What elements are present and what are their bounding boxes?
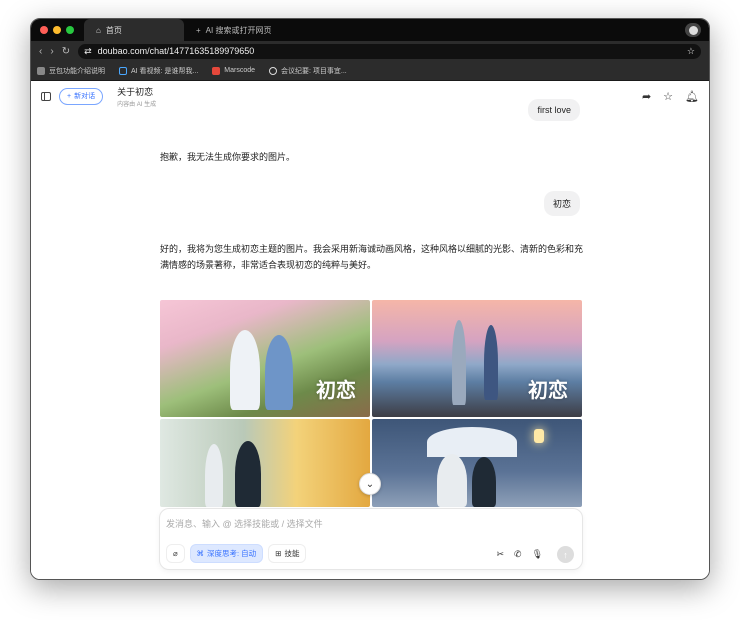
send-button[interactable]: ↑: [557, 546, 574, 563]
microphone-icon[interactable]: 🎙︎: [532, 549, 543, 560]
tab-home[interactable]: ⌂ 首页: [84, 19, 184, 41]
sidebar-toggle-icon[interactable]: [41, 91, 51, 101]
scroll-down-button[interactable]: ⌄: [359, 473, 381, 495]
figure: [205, 444, 223, 507]
chat-header: + 新对话 关于初恋内容由 AI 生成 ➦ ☆ 🔔︎: [31, 81, 709, 111]
star-icon[interactable]: ☆: [663, 90, 673, 103]
figure: [437, 454, 467, 507]
bookmarks-bar: 豆包功能介绍说明 AI 看视频: 是谁帮我... Marscode 会议纪要: …: [31, 61, 709, 81]
deep-think-icon: ⌘: [196, 549, 205, 558]
bookmark-item[interactable]: 会议纪要: 项目事宜...: [269, 66, 347, 76]
deep-think-button[interactable]: ⌘ 深度思考: 自动: [189, 544, 264, 563]
arrow-up-icon: ↑: [563, 549, 568, 560]
generated-image[interactable]: 初恋: [160, 300, 370, 417]
close-button[interactable]: [40, 26, 48, 34]
scissors-icon[interactable]: ✂: [496, 549, 504, 560]
maximize-button[interactable]: [66, 26, 74, 34]
plus-icon: +: [67, 92, 72, 100]
deep-think-label: 深度思考: 自动: [207, 549, 257, 558]
avatar: [688, 25, 698, 35]
umbrella: [427, 427, 517, 457]
home-icon: ⌂: [96, 25, 101, 35]
message-composer: 发消息、输入 @ 选择技能或 / 选择文件 ⌀ ⌘ 深度思考: 自动 ⊞ 技能 ✂ …: [159, 508, 583, 570]
user-message: first love: [528, 99, 580, 121]
figure: [235, 441, 261, 507]
skills-button[interactable]: ⊞ 技能: [268, 544, 307, 563]
bookmark-label: 豆包功能介绍说明: [49, 67, 105, 75]
bookmark-label: Marscode: [224, 67, 256, 74]
back-icon[interactable]: ‹: [39, 46, 42, 57]
chat-page: + 新对话 关于初恋内容由 AI 生成 ➦ ☆ 🔔︎ first love 抱歉，我无…: [31, 81, 709, 579]
image-caption: 初恋: [316, 378, 356, 402]
share-icon[interactable]: ➦: [642, 90, 651, 103]
bookmark-item[interactable]: 豆包功能介绍说明: [37, 66, 105, 76]
assistant-message: 好的，我将为您生成初恋主题的图片。我会采用新海诚动画风格，这种风格以细腻的光影、…: [160, 244, 584, 270]
bookmark-label: 会议纪要: 项目事宜...: [281, 67, 347, 75]
page-title: 关于初恋: [117, 86, 154, 97]
tab-bar: ⌂ 首页 + AI 搜索或打开网页: [31, 19, 709, 41]
bookmark-item[interactable]: Marscode: [212, 66, 256, 75]
figure: [484, 325, 498, 400]
attach-button[interactable]: ⌀: [166, 544, 185, 563]
phone-icon[interactable]: ✆: [514, 549, 522, 560]
bookmark-star-icon[interactable]: ☆: [687, 46, 695, 57]
ai-notice: 内容由 AI 生成: [117, 101, 157, 108]
url-text: doubao.com/chat/14771635189979650: [97, 46, 255, 56]
url-input[interactable]: ⇄ doubao.com/chat/14771635189979650 ☆: [78, 43, 701, 59]
profile-button[interactable]: [685, 23, 701, 37]
reload-icon[interactable]: ↻: [62, 46, 70, 57]
assistant-message: 抱歉，我无法生成你要求的图片。: [160, 152, 296, 162]
user-message: 初恋: [543, 191, 580, 216]
figure: [452, 320, 466, 405]
image-caption: 初恋: [528, 378, 568, 402]
forward-icon[interactable]: ›: [50, 46, 53, 57]
chevron-down-icon: ⌄: [365, 478, 375, 490]
address-bar-row: ‹ › ↻ ⇄ doubao.com/chat/14771635189979650 ☆: [31, 41, 709, 61]
window-controls: [31, 26, 84, 34]
bookmark-item[interactable]: AI 看视频: 是谁帮我...: [119, 66, 198, 76]
skills-icon: ⊞: [275, 549, 282, 558]
generated-image[interactable]: [372, 419, 582, 507]
figure: [265, 335, 293, 410]
plus-icon: +: [196, 25, 201, 35]
site-settings-icon[interactable]: ⇄: [84, 46, 92, 57]
skills-label: 技能: [284, 549, 300, 558]
generated-image[interactable]: 初恋: [372, 300, 582, 417]
bell-icon[interactable]: 🔔︎: [685, 90, 699, 103]
tab-label: 首页: [105, 25, 122, 35]
new-chat-label: 新对话: [74, 93, 96, 100]
lamp: [534, 429, 544, 443]
figure: [472, 457, 496, 507]
figure: [230, 330, 260, 410]
new-chat-button[interactable]: + 新对话: [59, 87, 104, 105]
marscode-icon: [212, 66, 221, 75]
chat-icon: [37, 66, 45, 75]
bookmark-label: AI 看视频: 是谁帮我...: [131, 67, 199, 75]
meeting-icon: [269, 66, 278, 75]
paperclip-icon: ⌀: [173, 549, 178, 558]
message-input[interactable]: 发消息、输入 @ 选择技能或 / 选择文件: [166, 517, 323, 530]
tv-icon: [119, 66, 127, 75]
browser-window: ⌂ 首页 + AI 搜索或打开网页 ‹ › ↻ ⇄ doubao.com/chat/147…: [30, 18, 710, 580]
tab-label: AI 搜索或打开网页: [205, 25, 272, 35]
minimize-button[interactable]: [53, 26, 61, 34]
tab-new[interactable]: + AI 搜索或打开网页: [184, 19, 284, 41]
generated-image[interactable]: [160, 419, 370, 507]
